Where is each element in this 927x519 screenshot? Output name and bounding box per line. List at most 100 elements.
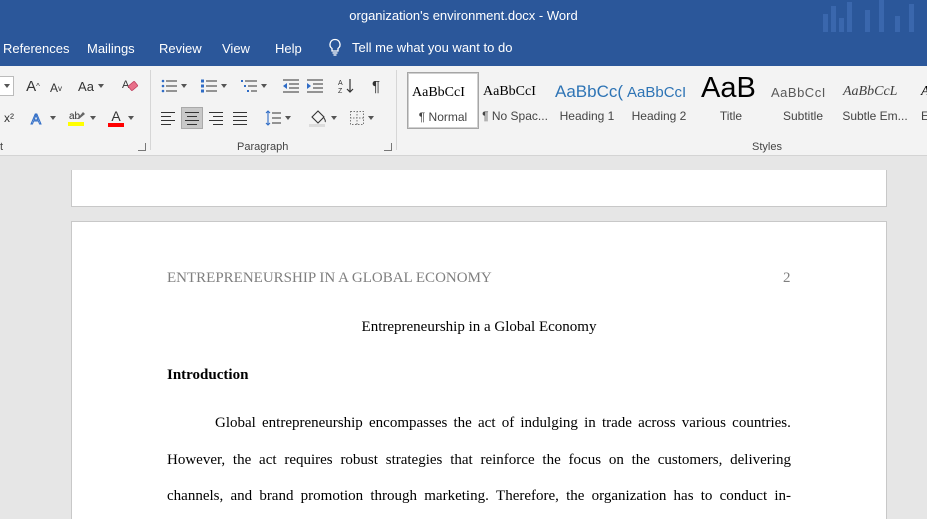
sort-button[interactable]: A Z: [336, 76, 356, 96]
paragraph-dialog-launcher[interactable]: [384, 143, 392, 151]
paragraph-line: However, the act requires robust strategies th…: [167, 452, 791, 469]
multilevel-list-button[interactable]: [237, 76, 271, 96]
justify-button[interactable]: [230, 108, 250, 128]
bullet-list-icon: [161, 79, 177, 93]
paragraph-word: trade: [601, 415, 632, 431]
paragraph-word: entrepreneurship: [262, 415, 363, 431]
increase-indent-button[interactable]: [305, 76, 325, 96]
font-color-button[interactable]: A: [104, 108, 138, 128]
style-subtle-emphasis[interactable]: AaBbCcL Subtle Em...: [839, 72, 911, 129]
shrink-font-label: A: [49, 81, 58, 95]
superscript-label: x²: [4, 111, 14, 125]
style-sample: AaBbCcL: [843, 84, 898, 99]
style-sample: AaBbCcI: [483, 84, 536, 99]
style-name: Heading 2: [631, 109, 687, 123]
text-effects-button[interactable]: A: [28, 108, 58, 128]
change-case-label: Aa: [78, 78, 94, 94]
paragraph-word: and: [230, 488, 253, 504]
paragraph-word: act: [478, 415, 496, 431]
paragraph-word: the: [542, 452, 561, 468]
bullets-button[interactable]: [158, 76, 190, 96]
running-head: ENTREPRENEURSHIP IN A GLOBAL ECONOMY: [167, 270, 492, 286]
style-name: E: [921, 109, 927, 123]
style-name: Subtitle: [782, 109, 824, 123]
align-right-button[interactable]: [206, 108, 226, 128]
paragraph-group-label: Paragraph: [237, 141, 289, 153]
align-left-button[interactable]: [158, 108, 178, 128]
numbering-button[interactable]: [197, 76, 231, 96]
line-spacing-icon: [265, 110, 281, 126]
paragraph-word: across: [638, 415, 676, 431]
show-formatting-marks-button[interactable]: ¶: [366, 76, 386, 96]
style-heading-2[interactable]: AaBbCcI Heading 2: [623, 72, 695, 129]
highlighter-icon: ab: [68, 111, 85, 126]
decrease-indent-button[interactable]: [281, 76, 301, 96]
section-heading: Introduction: [167, 367, 249, 383]
increase-indent-icon: [307, 79, 323, 93]
paragraph-word: of: [501, 415, 515, 431]
paragraph-word: brand: [259, 488, 294, 504]
shading-button[interactable]: [306, 108, 340, 128]
paragraph-word: act: [259, 452, 277, 468]
tab-review[interactable]: Review: [159, 41, 202, 56]
paragraph-word: channels,: [167, 488, 224, 504]
style-no-spacing[interactable]: AaBbCcI ¶ No Spac...: [479, 72, 551, 129]
svg-text:A: A: [338, 80, 343, 87]
font-dialog-launcher[interactable]: [138, 143, 146, 151]
line-spacing-button[interactable]: [262, 108, 294, 128]
paragraph-word: customers,: [657, 452, 723, 468]
align-right-icon: [209, 111, 223, 125]
numbered-list-icon: [201, 79, 217, 93]
paragraph-word: Global: [215, 415, 256, 431]
style-name: Title: [719, 109, 743, 123]
style-subtitle[interactable]: AaBbCcI Subtitle: [767, 72, 839, 129]
align-center-button[interactable]: [181, 107, 203, 129]
style-title[interactable]: AaB Title: [695, 72, 767, 129]
clear-formatting-button[interactable]: A: [120, 76, 140, 96]
decrease-indent-icon: [283, 79, 299, 93]
paragraph-word: countries.: [732, 415, 791, 431]
paragraph-word: requires: [284, 452, 333, 468]
paragraph-word: in-: [774, 488, 791, 504]
tab-help[interactable]: Help: [275, 41, 302, 56]
style-sample: AaB: [701, 72, 756, 104]
style-heading-1[interactable]: AaBbCc( Heading 1: [551, 72, 623, 129]
ribbon-tabs: References Mailings Review View Help Tel…: [0, 32, 927, 66]
style-sample: AaBbCcI: [412, 85, 465, 100]
style-name: Subtle Em...: [842, 109, 908, 123]
highlight-button[interactable]: ab: [65, 108, 99, 128]
tab-view[interactable]: View: [222, 41, 250, 56]
paragraph-word: to: [700, 488, 713, 504]
style-name: ¶ Normal: [418, 110, 468, 124]
style-emphasis[interactable]: A E: [911, 72, 927, 129]
paragraph-word: that: [450, 452, 473, 468]
style-sample: A: [921, 84, 927, 100]
tell-me-search[interactable]: Tell me what you want to do: [328, 38, 512, 56]
align-left-icon: [161, 111, 175, 125]
paragraph-line: channels, and brand promotion through marketi…: [167, 488, 791, 505]
paragraph-word: through: [370, 488, 418, 504]
font-size-dropdown[interactable]: [0, 76, 14, 96]
page-number: 2: [783, 270, 791, 286]
tab-mailings[interactable]: Mailings: [87, 41, 135, 56]
tab-references[interactable]: References: [3, 41, 69, 56]
paragraph-word: in: [584, 415, 596, 431]
multilevel-list-icon: [241, 80, 257, 92]
paragraph-word: the: [232, 452, 252, 468]
svg-text:Z: Z: [338, 88, 343, 94]
grow-font-button[interactable]: A ^: [24, 76, 42, 96]
paragraph-word: encompasses: [369, 415, 448, 431]
paragraph-word: has: [673, 488, 694, 504]
font-color-letter: A: [111, 108, 121, 124]
borders-button[interactable]: [345, 108, 379, 128]
tell-me-text: Tell me what you want to do: [352, 39, 513, 55]
previous-page: [71, 170, 887, 207]
grow-font-label: A: [26, 77, 37, 95]
paragraph-line: Global entrepreneurship encompasses the act o…: [167, 415, 791, 432]
borders-icon: [350, 111, 364, 125]
style-normal[interactable]: AaBbCcI ¶ Normal: [407, 72, 479, 129]
style-name: Heading 1: [559, 109, 615, 123]
shrink-font-button[interactable]: Av: [47, 78, 65, 98]
superscript-button[interactable]: x²: [0, 108, 18, 128]
change-case-button[interactable]: Aa: [76, 76, 106, 96]
